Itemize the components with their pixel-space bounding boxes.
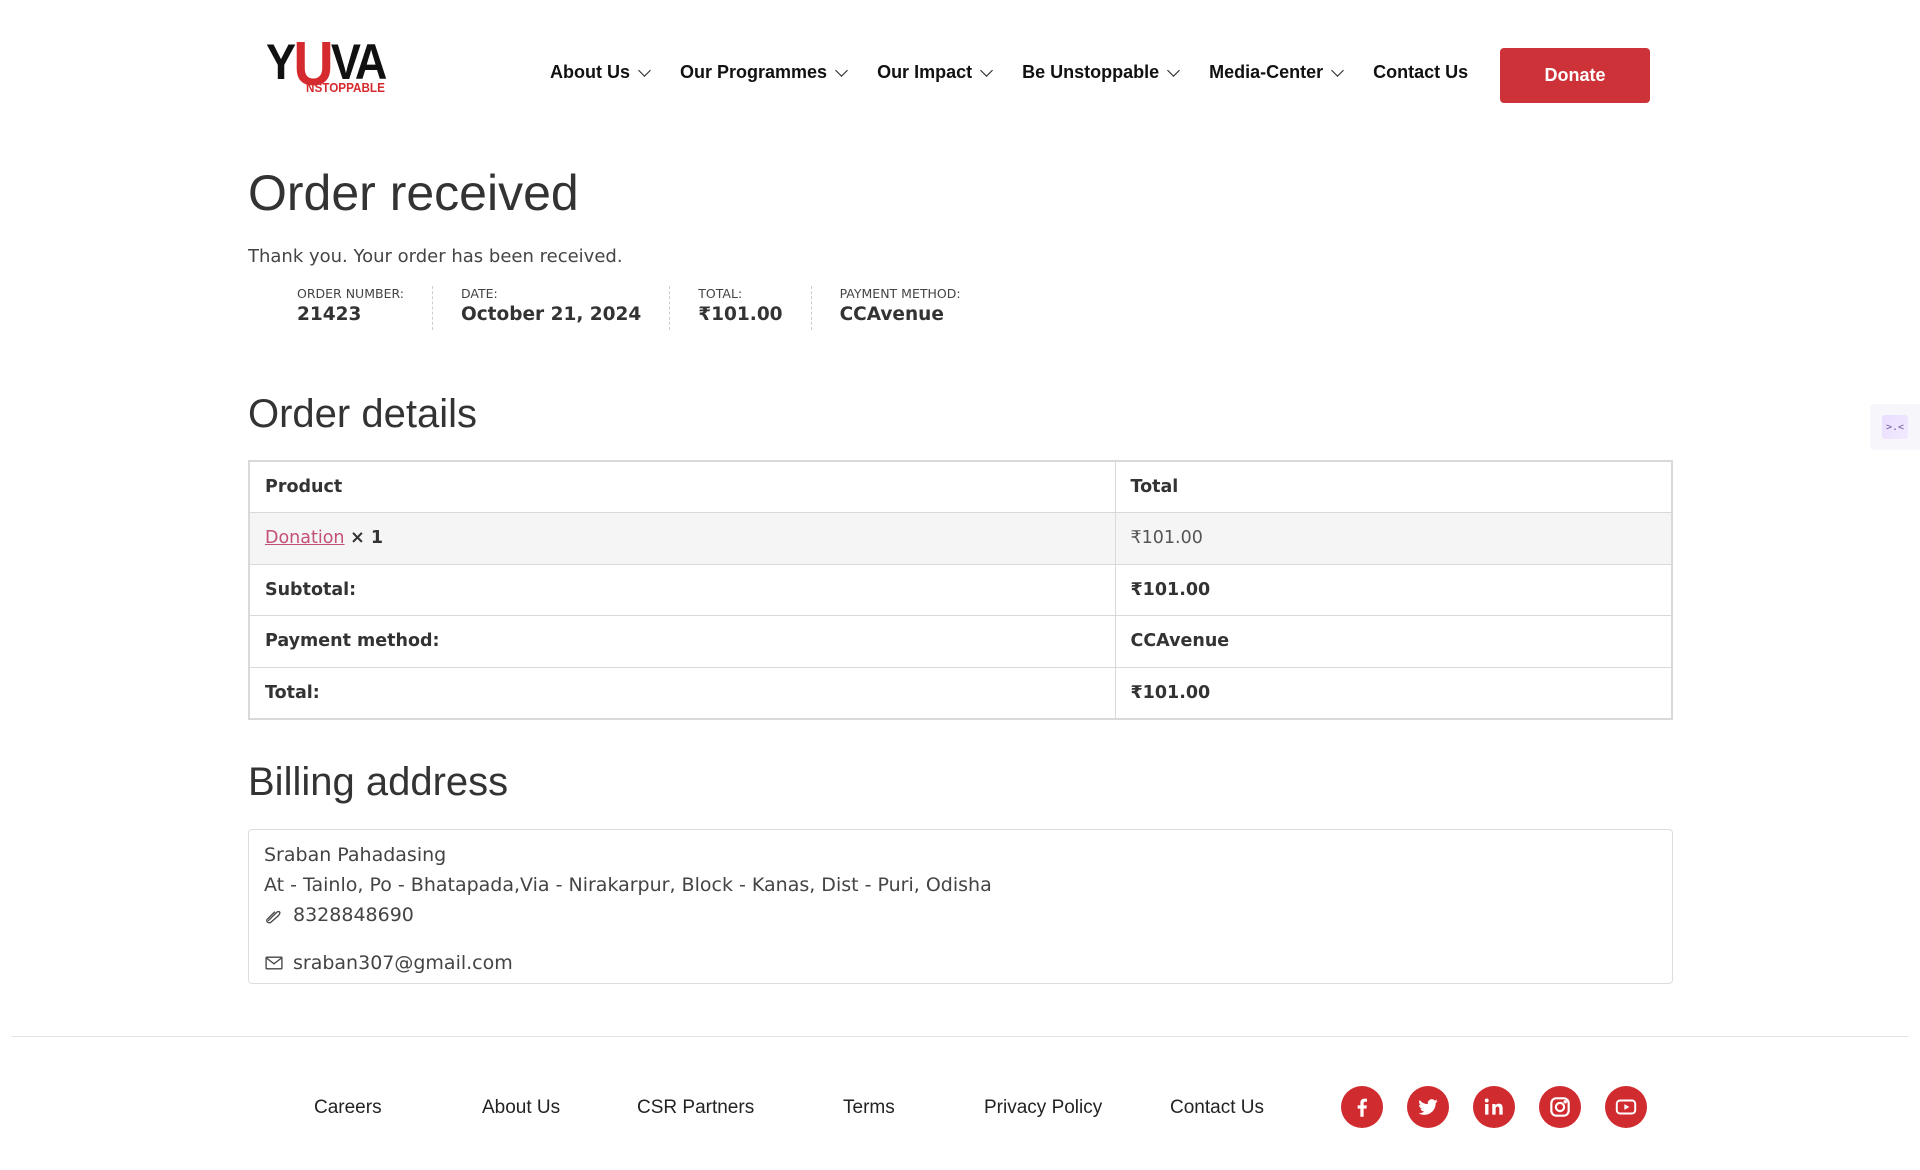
donate-button[interactable]: Donate [1500,48,1650,103]
social-links [1341,1086,1671,1128]
billing-email: sraban307@gmail.com [293,952,513,974]
nav-label: Media-Center [1209,62,1324,82]
widget-face-icon: >.< [1882,415,1908,439]
product-link-donation[interactable]: Donation [265,528,345,548]
order-total-label: TOTAL: [698,286,743,301]
phone-icon [264,904,284,924]
main-nav: About Us Our Programmes Our Impact Be Un… [550,62,1499,83]
chevron-down-icon [1331,63,1345,77]
payment-method-label: PAYMENT METHOD: [839,286,961,301]
nav-item-media-center[interactable]: Media-Center [1209,62,1345,83]
nav-label: Be Unstoppable [1022,62,1160,82]
order-total-value: ₹101.00 [698,304,783,325]
table-row: Payment method: CCAvenue [248,615,1673,668]
order-number-label: ORDER NUMBER: [297,286,404,301]
footer-link-terms[interactable]: Terms [843,1097,895,1119]
yuva-unstoppable-logo[interactable]: YUVA NSTOPPABLE [266,34,400,98]
product-total: ₹101.00 [1114,512,1673,565]
order-total: TOTAL: ₹101.00 [698,286,812,330]
nav-item-our-impact[interactable]: Our Impact [877,62,993,83]
nav-item-contact-us[interactable]: Contact Us [1373,62,1468,83]
payment-method-row-label: Payment method: [248,615,1116,668]
chevron-down-icon [638,63,651,77]
total-label: Total: [248,666,1116,719]
payment-method-value: CCAvenue [839,304,944,325]
billing-phone-row: 8328848690 [264,900,1657,930]
footer-link-privacy-policy[interactable]: Privacy Policy [984,1097,1102,1119]
table-row: Total: ₹101.00 [248,666,1673,719]
nav-label: Our Impact [877,62,973,82]
side-widget-tab[interactable]: >.< [1870,404,1920,450]
twitter-icon[interactable] [1407,1086,1449,1128]
chevron-down-icon [1167,63,1180,77]
table-row: Donation × 1 ₹101.00 [248,512,1673,565]
nav-label: Contact Us [1373,62,1469,82]
table-row: Subtotal: ₹101.00 [248,563,1673,616]
billing-email-row: sraban307@gmail.com [264,948,1657,978]
order-date-value: October 21, 2024 [460,304,642,325]
order-overview: ORDER NUMBER: 21423 DATE: October 21, 20… [297,286,1017,330]
chevron-down-icon [980,63,993,77]
nav-item-about-us[interactable]: About Us [550,62,651,83]
footer-link-about-us[interactable]: About Us [482,1097,560,1119]
subtotal-value: ₹101.00 [1114,563,1673,616]
order-payment-method: PAYMENT METHOD: CCAvenue [840,286,989,330]
site-header: YUVA NSTOPPABLE About Us Our Programmes … [0,0,1920,150]
youtube-icon[interactable] [1605,1086,1647,1128]
order-number: ORDER NUMBER: 21423 [297,286,433,330]
subtotal-label: Subtotal: [248,563,1116,616]
footer-link-careers[interactable]: Careers [314,1097,382,1119]
order-details-table: Product Total Donation × 1 ₹101.00 Subto… [248,460,1673,720]
chevron-down-icon [835,63,848,77]
linkedin-icon[interactable] [1473,1086,1515,1128]
instagram-icon[interactable] [1539,1086,1581,1128]
billing-address-box: Sraban Pahadasing At - Tainlo, Po - Bhat… [248,829,1673,984]
payment-method-row-value: CCAvenue [1114,615,1673,668]
order-number-value: 21423 [297,304,362,325]
envelope-icon [264,952,284,972]
billing-phone: 8328848690 [293,904,414,926]
order-details-heading: Order details [248,392,477,436]
billing-address: At - Tainlo, Po - Bhatapada,Via - Niraka… [264,874,992,896]
thank-you-message: Thank you. Your order has been received. [248,246,623,267]
order-date: DATE: October 21, 2024 [460,286,671,330]
product-cell: Donation × 1 [248,512,1116,565]
footer-divider [12,1036,1908,1037]
order-date-label: DATE: [460,286,498,301]
logo-subtext: NSTOPPABLE [306,80,385,95]
footer-link-csr-partners[interactable]: CSR Partners [637,1097,754,1119]
column-header-total: Total [1114,460,1673,513]
billing-address-heading: Billing address [248,760,509,804]
facebook-icon[interactable] [1341,1086,1383,1128]
nav-item-be-unstoppable[interactable]: Be Unstoppable [1022,62,1180,83]
table-header-row: Product Total [248,460,1673,513]
nav-label: Our Programmes [680,62,828,82]
column-header-product: Product [248,460,1116,513]
product-quantity: × 1 [350,528,384,549]
page-title: Order received [248,165,579,221]
total-value: ₹101.00 [1114,666,1673,719]
nav-item-our-programmes[interactable]: Our Programmes [680,62,848,83]
nav-label: About Us [550,62,630,82]
billing-name: Sraban Pahadasing [264,844,447,866]
footer-link-contact-us[interactable]: Contact Us [1170,1097,1264,1119]
